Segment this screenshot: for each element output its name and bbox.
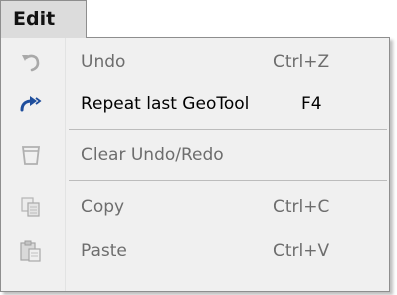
menu-edit-tab[interactable]: Edit: [0, 0, 87, 38]
copy-icon: [18, 194, 44, 220]
repeat-icon: [18, 91, 44, 117]
menu-separator: [69, 180, 387, 181]
menu-item-undo-shortcut: Ctrl+Z: [273, 52, 330, 72]
clear-history-icon: [18, 142, 44, 168]
menu-item-paste-shortcut: Ctrl+V: [273, 241, 330, 261]
menu-edit-tab-label: Edit: [13, 8, 56, 30]
undo-icon: [18, 49, 44, 75]
menu-item-copy-shortcut: Ctrl+C: [273, 197, 330, 217]
menu-item-clear-label: Clear Undo/Redo: [81, 145, 224, 165]
menu-item-repeat-last-geotool[interactable]: Repeat last GeoTool F4: [1, 83, 389, 125]
menu-item-clear-undo-redo[interactable]: Clear Undo/Redo: [1, 134, 389, 176]
menu-item-repeat-label: Repeat last GeoTool: [81, 94, 250, 114]
menu-separator: [69, 129, 387, 130]
edit-dropdown-menu: Undo Ctrl+Z Repeat last GeoTool F4 Clear…: [0, 37, 390, 292]
menu-item-copy[interactable]: Copy Ctrl+C: [1, 186, 389, 228]
menu-item-paste-label: Paste: [81, 241, 127, 261]
menu-item-repeat-shortcut: F4: [301, 94, 322, 114]
paste-icon: [18, 238, 44, 264]
menu-item-undo-label: Undo: [81, 52, 126, 72]
menu-item-paste[interactable]: Paste Ctrl+V: [1, 230, 389, 272]
menu-item-undo[interactable]: Undo Ctrl+Z: [1, 41, 389, 83]
menu-item-copy-label: Copy: [81, 197, 125, 217]
